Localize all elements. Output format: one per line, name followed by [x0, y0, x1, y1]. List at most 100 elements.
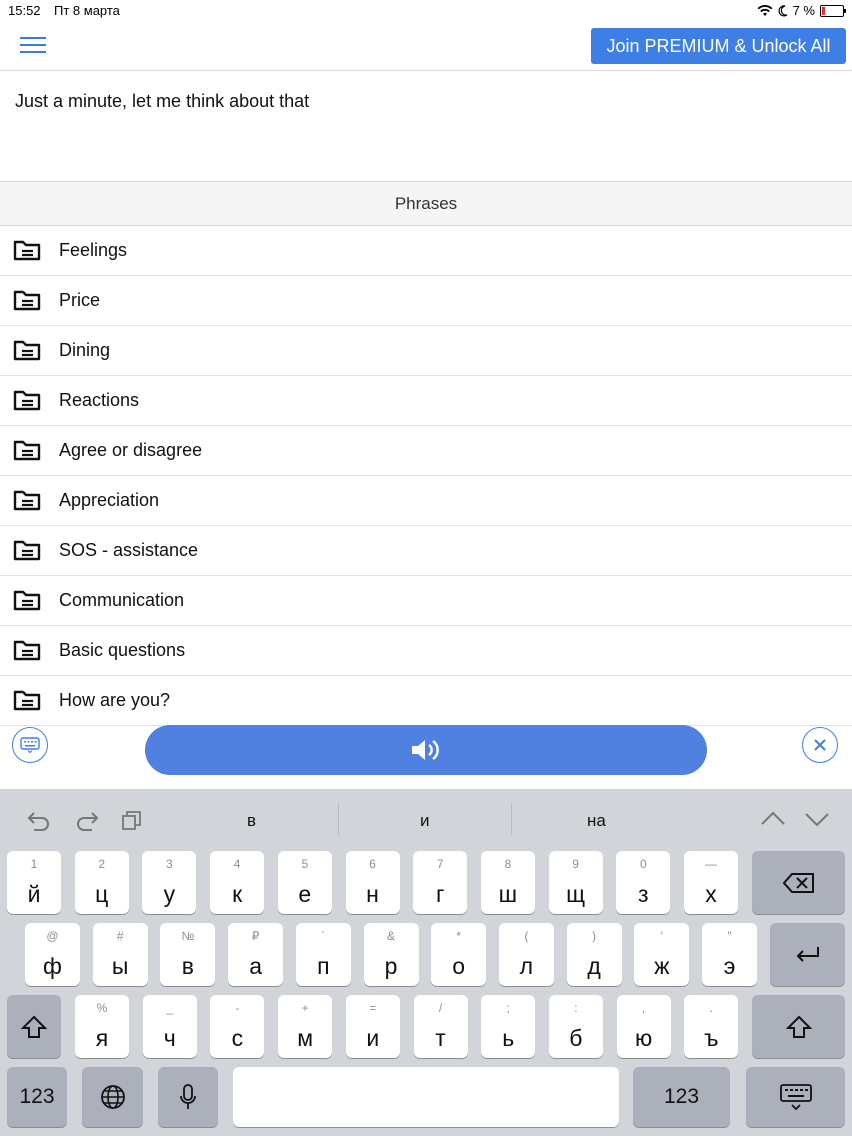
key-alt-label: ₽	[251, 929, 260, 943]
key-row2-3[interactable]: ₽ а	[228, 923, 284, 986]
key-row2-6[interactable]: * о	[431, 923, 487, 986]
redo-icon[interactable]	[74, 809, 100, 837]
key-row3-2[interactable]: -с	[210, 995, 265, 1058]
key-label: п	[317, 953, 330, 979]
shift-key-right[interactable]	[752, 995, 845, 1058]
folder-icon	[13, 590, 41, 611]
key-row2-9[interactable]: ′ ж	[634, 923, 690, 986]
list-item[interactable]: Dining	[0, 326, 852, 376]
key-row1-5[interactable]: 6н	[345, 851, 400, 914]
key-row3-7[interactable]: :б	[548, 995, 603, 1058]
list-item[interactable]: How are you?	[0, 676, 852, 726]
list-item[interactable]: Appreciation	[0, 476, 852, 526]
clear-button[interactable]	[802, 727, 838, 763]
key-alt-label: 8	[504, 857, 512, 871]
key-row1-2[interactable]: 3у	[142, 851, 197, 914]
shift-icon	[785, 1015, 812, 1038]
suggestion-3[interactable]: на	[587, 811, 606, 831]
key-label: ъ	[704, 1025, 719, 1051]
keyboard-toggle-button[interactable]	[12, 727, 48, 763]
key-label: ы	[111, 953, 129, 979]
key-label: т	[435, 1025, 446, 1051]
key-row1-3[interactable]: 4к	[210, 851, 265, 914]
backspace-icon	[782, 872, 814, 893]
list-item[interactable]: Communication	[0, 576, 852, 626]
backspace-key[interactable]	[752, 851, 845, 914]
list-item[interactable]: Price	[0, 276, 852, 326]
category-list: Feelings Price Dining Reactions Agree or dis…	[0, 226, 852, 726]
list-item[interactable]: Agree or disagree	[0, 426, 852, 476]
key-row1-10[interactable]: — х	[684, 851, 738, 914]
key-row3-9[interactable]: .ъ	[684, 995, 739, 1058]
shift-key-left[interactable]	[7, 995, 61, 1058]
key-alt-label: 0	[639, 857, 647, 871]
globe-icon	[100, 1085, 125, 1109]
hide-keyboard-key[interactable]	[746, 1067, 845, 1127]
key-alt-label: .	[709, 1001, 713, 1015]
key-label: м	[297, 1025, 313, 1051]
key-row2-10[interactable]: ″ э	[702, 923, 757, 986]
space-key[interactable]	[233, 1067, 619, 1127]
key-row3-5[interactable]: / т	[413, 995, 468, 1058]
numbers-key-right[interactable]: 123	[633, 1067, 730, 1127]
undo-icon[interactable]	[26, 809, 52, 837]
suggestion-1[interactable]: в	[247, 811, 256, 831]
list-item[interactable]: Basic questions	[0, 626, 852, 676]
list-item[interactable]: Feelings	[0, 226, 852, 276]
key-label: с	[231, 1025, 244, 1051]
key-row1-8[interactable]: 9щ	[548, 851, 603, 914]
shift-icon	[21, 1015, 47, 1038]
speaker-icon	[412, 740, 439, 760]
globe-key[interactable]	[82, 1067, 143, 1127]
key-row3-0[interactable]: % я	[75, 995, 129, 1058]
folder-icon	[13, 540, 41, 561]
key-alt-label: 1	[30, 857, 38, 871]
numbers-key-left[interactable]: 123	[7, 1067, 67, 1127]
status-bar: 15:52 Пт 8 марта 7 %	[0, 0, 852, 22]
key-alt-label: ,	[641, 1001, 646, 1015]
key-label: ь	[502, 1025, 515, 1051]
list-item-label: How are you?	[59, 690, 171, 710]
key-row2-1[interactable]: # ы	[92, 923, 148, 986]
status-date: Пт 8 марта	[54, 3, 120, 18]
return-key[interactable]	[770, 923, 845, 986]
key-row3-6[interactable]: ; ь	[481, 995, 536, 1058]
list-item[interactable]: Reactions	[0, 376, 852, 426]
phrase-text-area[interactable]: Just a minute, let me think about that	[0, 71, 852, 182]
key-row1-7[interactable]: 8ш	[480, 851, 535, 914]
speak-button[interactable]	[145, 725, 707, 775]
key-alt-label: =	[369, 1001, 377, 1015]
key-row1-0[interactable]: 1й	[7, 851, 61, 914]
menu-icon[interactable]	[20, 37, 46, 55]
key-row1-1[interactable]: 2ц	[74, 851, 129, 914]
key-alt-label: -	[235, 1001, 240, 1015]
key-row2-5[interactable]: & р	[363, 923, 419, 986]
key-row2-7[interactable]: (л	[498, 923, 554, 986]
folder-icon	[13, 440, 41, 461]
chevron-up-icon[interactable]	[760, 809, 786, 835]
dictation-key[interactable]	[158, 1067, 218, 1127]
key-alt-label: %	[96, 1001, 108, 1015]
key-label: и	[366, 1025, 380, 1051]
key-row1-9[interactable]: 0з	[616, 851, 671, 914]
key-row1-6[interactable]: 7г	[413, 851, 468, 914]
key-label: д	[587, 953, 601, 979]
key-row2-8[interactable]: ) д	[566, 923, 622, 986]
join-premium-button[interactable]: Join PREMIUM & Unlock All	[591, 28, 846, 64]
key-row2-4[interactable]: ´ п	[295, 923, 351, 986]
paste-icon[interactable]	[120, 809, 144, 837]
suggestion-2[interactable]: и	[420, 811, 430, 831]
list-item[interactable]: SOS - assistance	[0, 526, 852, 576]
key-label: э	[723, 953, 736, 979]
chevron-down-icon[interactable]	[804, 809, 830, 835]
list-item-label: Communication	[59, 590, 185, 610]
key-row2-2[interactable]: № в	[160, 923, 216, 986]
key-row3-1[interactable]: _ ч	[142, 995, 197, 1058]
key-row3-3[interactable]: + м	[278, 995, 333, 1058]
key-label: к	[232, 881, 243, 907]
key-row3-8[interactable]: ,ю	[616, 995, 671, 1058]
key-row2-0[interactable]: @ ф	[25, 923, 80, 986]
key-row1-4[interactable]: 5е	[277, 851, 332, 914]
key-label: р	[384, 953, 398, 979]
key-row3-4[interactable]: = и	[345, 995, 400, 1058]
